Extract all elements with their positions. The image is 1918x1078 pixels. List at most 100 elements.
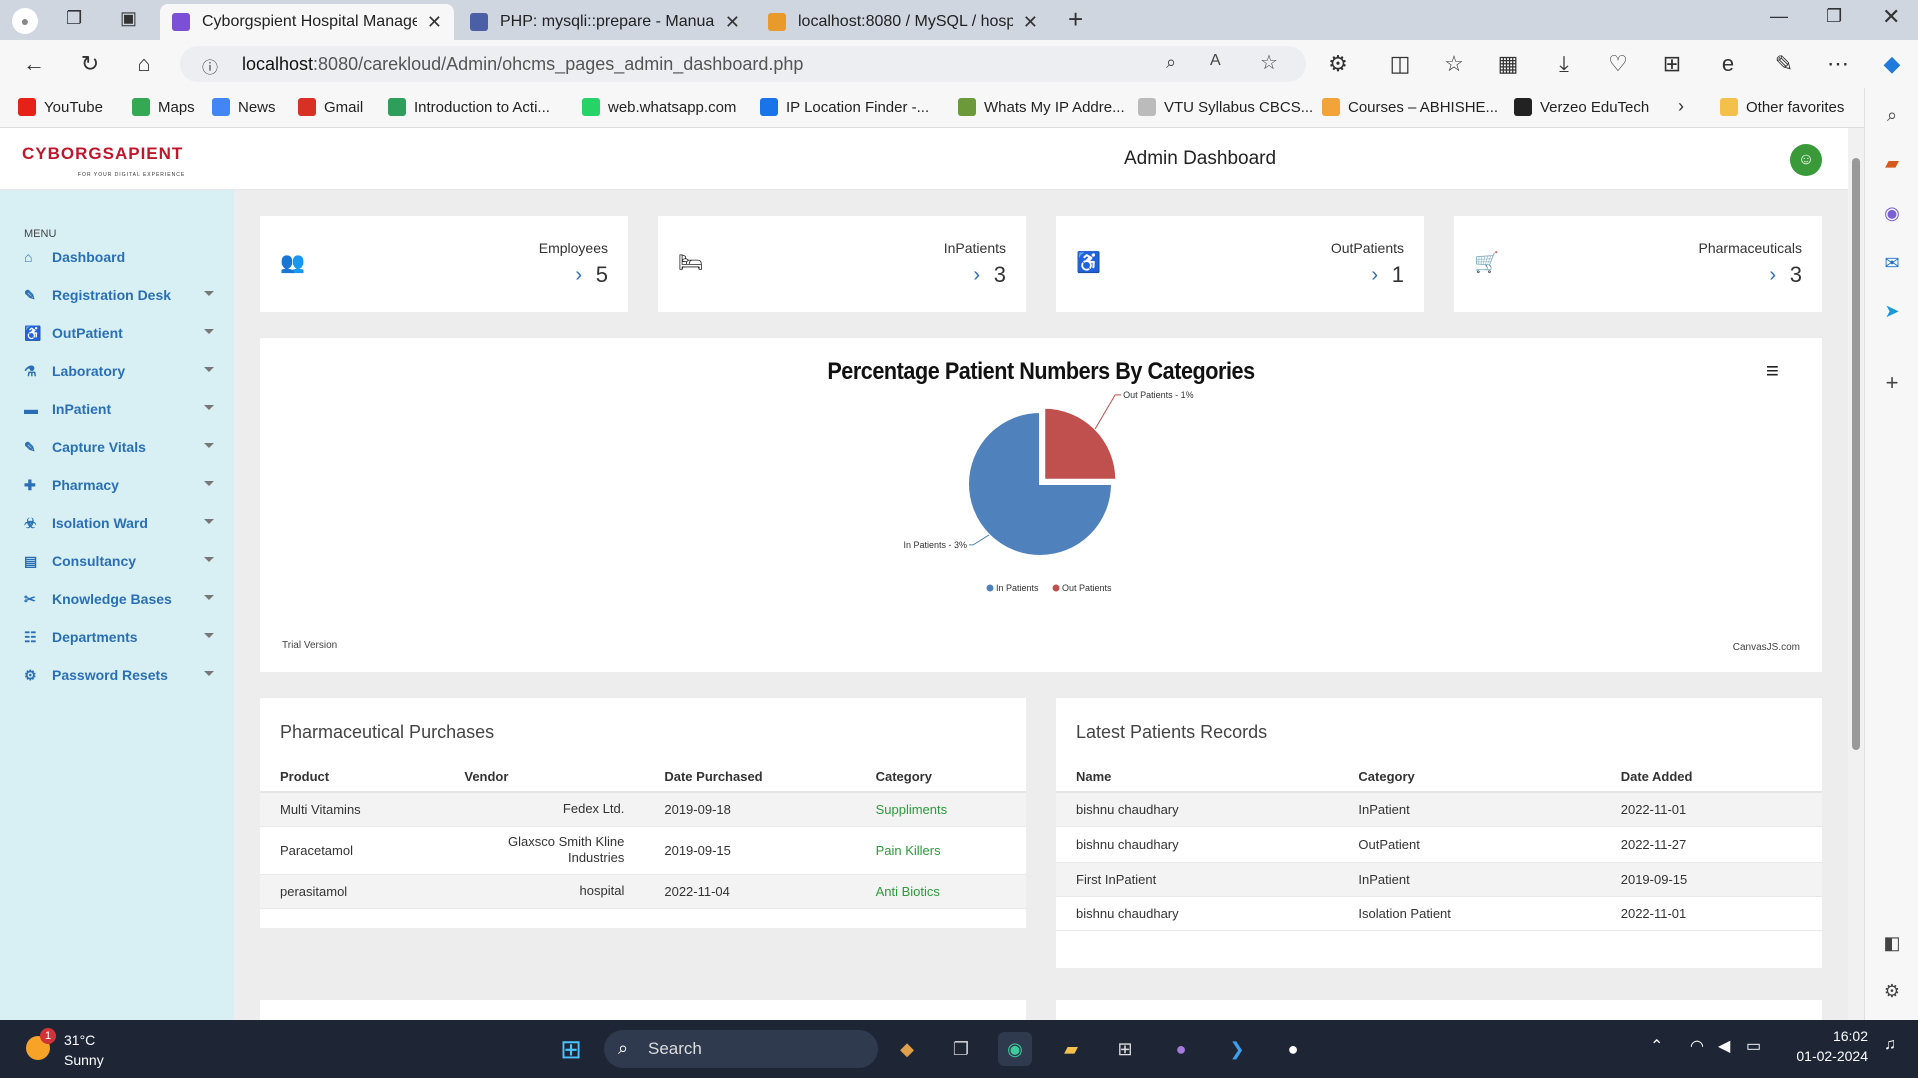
home-icon[interactable]: ⌂	[128, 48, 160, 80]
zoom-icon[interactable]: ⌕	[1166, 52, 1176, 73]
tab-close-icon[interactable]: ✕	[725, 12, 740, 33]
bookmark-item[interactable]: IP Location Finder -...	[760, 98, 929, 116]
battery-icon[interactable]: ▭	[1746, 1036, 1761, 1056]
weather-widget[interactable]: 1 31°C Sunny	[26, 1028, 136, 1070]
copilot-sidebar-icon[interactable]: ◉	[1879, 200, 1905, 226]
search-icon[interactable]: ⌕	[1879, 102, 1905, 128]
sidebar-toggle-icon[interactable]: ◧	[1879, 930, 1905, 956]
legend-item[interactable]: In Patients	[996, 583, 1039, 593]
chevron-right-icon[interactable]: ›	[1371, 264, 1378, 287]
sidebar-item-password-resets[interactable]: ⚙ Password Resets	[24, 662, 214, 688]
settings-icon[interactable]: ⚙	[1879, 978, 1905, 1004]
minimize-button[interactable]: —	[1770, 6, 1788, 27]
ie-mode-icon[interactable]: e	[1712, 48, 1744, 80]
workspaces-icon[interactable]: ❐	[66, 8, 82, 29]
taskbar-search[interactable]: ⌕ Search	[604, 1030, 878, 1068]
scrollbar-thumb[interactable]	[1852, 158, 1860, 750]
send-icon[interactable]: ➤	[1879, 298, 1905, 324]
close-window-button[interactable]: ✕	[1882, 4, 1900, 30]
stat-card-pharmaceuticals[interactable]: 🛒 Pharmaceuticals › 3	[1454, 216, 1822, 312]
bookmark-item[interactable]: Verzeo EduTech	[1514, 98, 1649, 116]
volume-icon[interactable]: ◀	[1718, 1036, 1730, 1056]
store-icon[interactable]: ⊞	[1108, 1032, 1142, 1066]
chart-watermark-right[interactable]: CanvasJS.com	[1733, 642, 1800, 653]
performance-icon[interactable]: ♡	[1602, 48, 1634, 80]
collections-icon[interactable]: ▦	[1492, 48, 1524, 80]
edge-taskbar-icon[interactable]: ◉	[998, 1032, 1032, 1066]
more-menu-icon[interactable]: ⋯	[1822, 48, 1854, 80]
task-view-icon[interactable]: ❐	[944, 1032, 978, 1066]
next-card-left	[260, 1000, 1026, 1020]
pie-slice-out-patients[interactable]	[1043, 406, 1118, 481]
stat-card-outpatients[interactable]: ♿ OutPatients › 1	[1056, 216, 1424, 312]
bookmarks-more-icon[interactable]: ›	[1678, 96, 1684, 117]
sidebar-item-laboratory[interactable]: ⚗ Laboratory	[24, 358, 214, 384]
bookmark-item[interactable]: Whats My IP Addre...	[958, 98, 1125, 116]
bookmark-item[interactable]: Maps	[132, 98, 195, 116]
split-screen-icon[interactable]: ◫	[1384, 48, 1416, 80]
browser-tab[interactable]: localhost:8080 / MySQL / hospita ✕	[756, 4, 1050, 40]
profile-icon[interactable]: ●	[12, 8, 38, 34]
browser-tab[interactable]: PHP: mysqli::prepare - Manual ✕	[458, 4, 752, 40]
favorites-icon[interactable]: ☆	[1438, 48, 1470, 80]
bookmark-item[interactable]: Introduction to Acti...	[388, 98, 550, 116]
copilot-icon[interactable]: ◆	[1876, 48, 1908, 80]
github-desktop-icon[interactable]: ●	[1164, 1032, 1198, 1066]
stat-card-employees[interactable]: 👥 Employees › 5	[260, 216, 628, 312]
browser-tab[interactable]: Cyborgspient Hospital Managem ✕	[160, 4, 454, 40]
start-button[interactable]: ⊞	[554, 1032, 588, 1066]
notification-bell-icon[interactable]: ♫	[1884, 1036, 1896, 1054]
add-icon[interactable]: +	[1879, 370, 1905, 396]
tab-close-icon[interactable]: ✕	[1023, 12, 1038, 33]
sidebar-item-outpatient[interactable]: ♿ OutPatient	[24, 320, 214, 346]
outlook-icon[interactable]: ✉	[1879, 250, 1905, 276]
sidebar-item-knowledge-bases[interactable]: ✂ Knowledge Bases	[24, 586, 214, 612]
refresh-icon[interactable]: ↻	[74, 48, 106, 80]
info-icon[interactable]: ⓘ	[202, 54, 218, 78]
sidebar-item-capture-vitals[interactable]: ✎ Capture Vitals	[24, 434, 214, 460]
clock-time[interactable]: 16:02	[1808, 1028, 1868, 1044]
tray-chevron-icon[interactable]: ⌃	[1650, 1036, 1663, 1056]
page-scrollbar[interactable]	[1848, 128, 1864, 1020]
read-aloud-icon[interactable]: A	[1210, 52, 1221, 70]
restore-button[interactable]: ❐	[1826, 6, 1842, 27]
bookmark-item[interactable]: Courses – ABHISHE...	[1322, 98, 1498, 116]
downloads-icon[interactable]: ⤓	[1548, 48, 1580, 80]
tab-close-icon[interactable]: ✕	[427, 12, 442, 33]
bookmark-item[interactable]: Gmail	[298, 98, 363, 116]
url-bar[interactable]: ⓘ localhost:8080/carekloud/Admin/ohcms_p…	[180, 46, 1306, 82]
other-favorites[interactable]: Other favorites	[1720, 98, 1844, 116]
chevron-right-icon[interactable]: ›	[973, 264, 980, 287]
toolbox-icon[interactable]: ▰	[1879, 150, 1905, 176]
sidebar-item-dashboard[interactable]: ⌂ Dashboard	[24, 244, 214, 270]
clock-date[interactable]: 01-02-2024	[1782, 1048, 1868, 1064]
favorite-star-icon[interactable]: ☆	[1260, 50, 1278, 75]
bookmark-item[interactable]: web.whatsapp.com	[582, 98, 736, 116]
file-explorer-icon[interactable]: ▰	[1054, 1032, 1088, 1066]
avatar[interactable]: ☺	[1790, 144, 1822, 176]
app-logo[interactable]: CYBORGSAPIENT	[22, 144, 183, 164]
bookmark-item[interactable]: YouTube	[18, 98, 103, 116]
chevron-right-icon[interactable]: ›	[1769, 264, 1776, 287]
wifi-icon[interactable]: ◠	[1690, 1036, 1704, 1056]
sidebar-item-inpatient[interactable]: ▬ InPatient	[24, 396, 214, 422]
bookmark-item[interactable]: VTU Syllabus CBCS...	[1138, 98, 1313, 116]
legend-item[interactable]: Out Patients	[1062, 583, 1112, 593]
vscode-icon[interactable]: ❯	[1220, 1032, 1254, 1066]
copilot-taskbar-icon[interactable]: ◆	[890, 1032, 924, 1066]
back-icon[interactable]: ←	[18, 48, 50, 80]
sidebar-item-pharmacy[interactable]: ✚ Pharmacy	[24, 472, 214, 498]
bookmark-item[interactable]: News	[212, 98, 276, 116]
apps-icon[interactable]: ⊞	[1656, 48, 1688, 80]
chevron-right-icon[interactable]: ›	[575, 264, 582, 287]
github-icon[interactable]: ●	[1276, 1032, 1310, 1066]
sidebar-item-isolation-ward[interactable]: ☣ Isolation Ward	[24, 510, 214, 536]
extensions-icon[interactable]: ⚙	[1322, 48, 1354, 80]
tab-actions-icon[interactable]: ▣	[120, 8, 137, 29]
sidebar-item-consultancy[interactable]: ▤ Consultancy	[24, 548, 214, 574]
feedback-icon[interactable]: ✎	[1768, 48, 1800, 80]
sidebar-item-registration-desk[interactable]: ✎ Registration Desk	[24, 282, 214, 308]
new-tab-button[interactable]: +	[1068, 4, 1083, 35]
stat-card-inpatients[interactable]: 🛏 InPatients › 3	[658, 216, 1026, 312]
sidebar-item-departments[interactable]: ☷ Departments	[24, 624, 214, 650]
